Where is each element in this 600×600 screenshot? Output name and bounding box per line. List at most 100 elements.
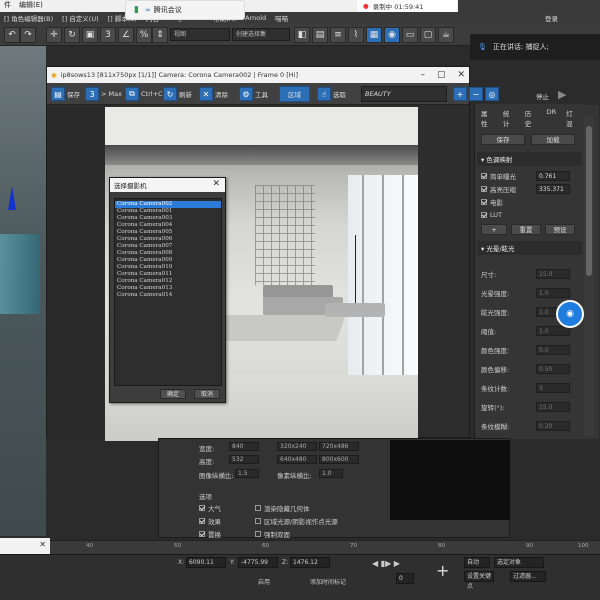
tab-dr[interactable]: DR (547, 108, 557, 128)
zoom-in-icon[interactable]: + (453, 87, 467, 101)
menu-item-file[interactable]: 件 (4, 0, 11, 12)
checkbox[interactable] (255, 531, 261, 537)
tone-param-exposure[interactable]: 简单曝光 0.761 (475, 169, 584, 182)
scale-icon[interactable]: ▣ (82, 27, 98, 43)
bloom-param-color-intensity[interactable]: 颜色强度: 0.0 (475, 340, 584, 359)
menu-arnold[interactable]: Arnold (245, 14, 266, 22)
option-area-lights[interactable]: 区域光源/阴影视作点光源 (255, 516, 338, 526)
side-scrollbar[interactable] (584, 116, 594, 436)
menu-customize[interactable]: [] 自定义(U) (62, 13, 98, 23)
minimize-icon[interactable]: – (420, 70, 425, 80)
menu-extra[interactable]: 喵喵 (275, 13, 288, 23)
camera-list-item[interactable]: Corona Camera014 (115, 292, 221, 299)
height-field[interactable]: 532 (229, 455, 259, 464)
checkbox[interactable] (255, 505, 261, 511)
tab-stats[interactable]: 统计 (503, 108, 515, 128)
redo-icon[interactable]: ↷ (20, 27, 36, 43)
option-force-2-sided[interactable]: 强制双面 (255, 529, 290, 539)
tone-param-film[interactable]: 电影 (475, 195, 584, 208)
camera-list-item[interactable]: Corona Camera010 (115, 264, 221, 271)
assistant-float-icon[interactable]: ◉ (556, 300, 584, 328)
render-play-icon[interactable]: ▶ (558, 88, 566, 101)
tone-param-highlight[interactable]: 高亮压缩 335.371 (475, 182, 584, 195)
camera-list[interactable]: Corona Camera002 Corona Camera001 Corona C… (114, 198, 222, 386)
camera-list-item[interactable]: Corona Camera002 (115, 201, 221, 208)
checkbox[interactable] (255, 518, 261, 524)
meeting-indicator[interactable]: ▮ ∞ 腾讯会议 (125, 0, 245, 20)
mirror-icon[interactable]: ◧ (294, 27, 310, 43)
copy-button[interactable]: ⧉ Ctrl+C (125, 86, 163, 102)
checkbox[interactable] (481, 172, 487, 179)
camera-list-item[interactable]: Corona Camera012 (115, 278, 221, 285)
close-icon[interactable]: ✕ (457, 70, 465, 80)
angle-snap-icon[interactable]: ∠ (118, 27, 134, 43)
checkbox[interactable] (481, 198, 487, 205)
view-select[interactable]: 视图 (170, 28, 230, 41)
option-displacement[interactable]: 置换 (199, 529, 221, 539)
bloom-param-size[interactable]: 尺寸: 15.0 (475, 264, 584, 283)
pixel-aspect-field[interactable]: 1.0 (319, 469, 343, 478)
timeline-ruler[interactable]: 40 50 60 70 80 90 100 (50, 540, 600, 554)
undo-icon[interactable]: ↶ (4, 27, 20, 43)
add-key-icon[interactable]: + (436, 561, 449, 580)
checkbox[interactable] (481, 211, 487, 218)
side-save-button[interactable]: 保存 (481, 134, 525, 145)
camera-list-item[interactable]: Corona Camera006 (115, 236, 221, 243)
login-label[interactable]: 登录 (545, 13, 558, 23)
key-filters-button[interactable]: 过滤器... (510, 571, 546, 582)
frame-field[interactable]: 0 (396, 573, 414, 584)
percent-snap-icon[interactable]: % (136, 27, 152, 43)
tab-properties[interactable]: 属性 (481, 108, 493, 128)
bloom-glare-header[interactable]: ▾ 光晕/眩光 (477, 241, 582, 255)
stop-button[interactable]: 停止 (536, 91, 549, 101)
reset-button[interactable]: 重置 (511, 224, 541, 235)
camera-list-item[interactable]: Corona Camera004 (115, 222, 221, 229)
auto-key-button[interactable]: 自动 (464, 557, 490, 568)
spinner-snap-icon[interactable]: ⇕ (152, 27, 168, 43)
snap-3-icon[interactable]: 3 (100, 27, 116, 43)
camera-list-item[interactable]: Corona Camera003 (115, 215, 221, 222)
selection-dropdown[interactable]: 选定对象 (494, 557, 544, 568)
menu-character-editor[interactable]: [] 角色编辑器(B) (4, 13, 53, 23)
refresh-button[interactable]: ↻ 刷新 (163, 86, 192, 102)
set-key-button[interactable]: 设置关键点 (464, 571, 494, 590)
tone-mapping-header[interactable]: ▾ 色调映射 (477, 152, 582, 166)
y-coord-field[interactable]: -4775.99 (238, 557, 278, 568)
tab-lightmix[interactable]: 灯混 (566, 108, 578, 128)
align-icon[interactable]: ▤ (312, 27, 328, 43)
option-effects[interactable]: 效果 (199, 516, 221, 526)
camera-list-item[interactable]: Corona Camera007 (115, 243, 221, 250)
scrollbar-thumb[interactable] (586, 126, 592, 276)
recording-indicator[interactable]: ● 录制中 01:59:41 (357, 0, 457, 12)
checkbox[interactable] (199, 531, 205, 537)
checkbox[interactable] (199, 505, 205, 511)
tab-history[interactable]: 历史 (525, 108, 537, 128)
add-operator-button[interactable]: + (481, 224, 507, 235)
close-icon[interactable]: ✕ (39, 540, 46, 549)
save-button[interactable]: ▤ 保存 (51, 86, 80, 102)
bloom-param-rotation[interactable]: 旋转(°): 15.0 (475, 397, 584, 416)
z-coord-field[interactable]: 1476.12 (290, 557, 330, 568)
render-frame-icon[interactable]: ▢ (420, 27, 436, 43)
checkbox[interactable] (481, 185, 487, 192)
add-time-tag[interactable]: 添加时间标记 (310, 577, 346, 586)
camera-list-item[interactable]: Corona Camera013 (115, 285, 221, 292)
render-pass-dropdown[interactable]: BEAUTY (361, 86, 447, 102)
zoom-out-icon[interactable]: − (469, 87, 483, 101)
play-icon[interactable]: ◀ ▮▶ ▶ (372, 559, 400, 568)
curve-editor-icon[interactable]: ⌇ (348, 27, 364, 43)
viewport-left[interactable] (0, 46, 46, 536)
preset-800x600[interactable]: 800x600 (319, 455, 359, 464)
layer-icon[interactable]: ≡ (330, 27, 346, 43)
preset-640x480[interactable]: 640x480 (277, 455, 317, 464)
rotate-icon[interactable]: ↻ (64, 27, 80, 43)
schematic-icon[interactable]: ▦ (366, 27, 382, 43)
enable-label[interactable]: 启用 (258, 577, 270, 586)
camera-list-item[interactable]: Corona Camera001 (115, 208, 221, 215)
checkbox[interactable] (199, 518, 205, 524)
highlight-value[interactable]: 335.371 (536, 184, 570, 194)
cancel-button[interactable]: 取消 (194, 389, 220, 399)
move-icon[interactable]: ✛ (46, 27, 62, 43)
material-editor-icon[interactable]: ◉ (384, 27, 400, 43)
bloom-param-color-shift[interactable]: 颜色偏移: 0.50 (475, 359, 584, 378)
